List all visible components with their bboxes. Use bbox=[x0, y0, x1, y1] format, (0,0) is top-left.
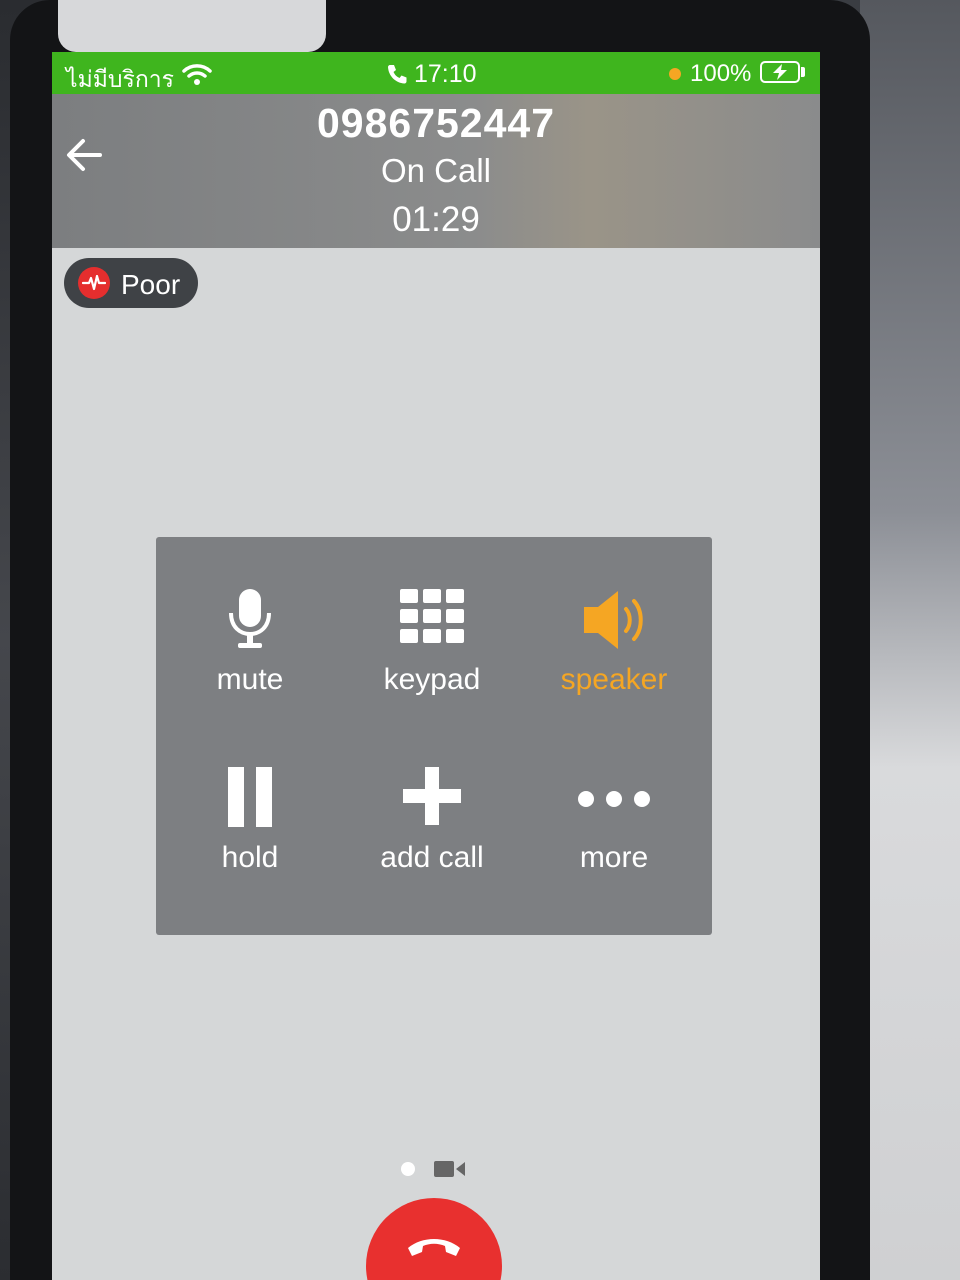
hang-up-icon bbox=[408, 1239, 460, 1256]
status-bar: ไม่มีบริการ 17:10 100% bbox=[52, 52, 820, 94]
call-quality-badge[interactable]: Poor bbox=[64, 258, 198, 308]
privacy-indicator-dot bbox=[669, 68, 681, 80]
speaker-icon bbox=[574, 587, 654, 657]
battery-icon bbox=[760, 61, 800, 83]
screen-sticker bbox=[58, 0, 326, 52]
plus-icon bbox=[392, 765, 472, 835]
battery-percent: 100% bbox=[690, 60, 752, 87]
call-quality-label: Poor bbox=[121, 269, 181, 300]
pause-icon bbox=[210, 765, 290, 835]
charging-bolt-icon bbox=[773, 64, 787, 80]
photo-background-right bbox=[860, 0, 960, 1280]
page-indicator-dot[interactable] bbox=[401, 1162, 415, 1176]
more-label: more bbox=[579, 841, 649, 874]
mute-label: mute bbox=[216, 663, 284, 696]
hold-button[interactable]: hold bbox=[160, 765, 340, 915]
carrier-label: ไม่มีบริการ bbox=[66, 66, 175, 92]
speaker-button[interactable]: speaker bbox=[524, 587, 704, 737]
call-status: On Call bbox=[380, 152, 492, 189]
keypad-button[interactable]: keypad bbox=[342, 587, 522, 737]
keypad-label: keypad bbox=[383, 663, 481, 696]
keypad-icon bbox=[392, 587, 472, 657]
call-header: 0986752447 On Call 01:29 bbox=[52, 94, 820, 248]
phone-handset-icon bbox=[388, 65, 407, 84]
call-controls-panel: mute keypad speaker hold add call more bbox=[156, 537, 712, 935]
signal-wave-icon bbox=[78, 267, 110, 299]
call-duration: 01:29 bbox=[392, 200, 480, 239]
microphone-icon bbox=[210, 587, 290, 657]
battery-tip bbox=[801, 67, 805, 77]
wifi-icon bbox=[182, 64, 212, 85]
status-time: 17:10 bbox=[386, 60, 477, 89]
mute-button[interactable]: mute bbox=[160, 587, 340, 737]
call-screen: ไม่มีบริการ 17:10 100% 0986752447 On Cal… bbox=[52, 52, 820, 1280]
add-call-button[interactable]: add call bbox=[342, 765, 522, 915]
more-button[interactable]: more bbox=[524, 765, 704, 915]
add-call-label: add call bbox=[380, 841, 484, 874]
video-camera-icon[interactable] bbox=[434, 1160, 466, 1178]
speaker-label: speaker bbox=[560, 663, 668, 696]
end-call-button[interactable] bbox=[366, 1198, 502, 1280]
hold-label: hold bbox=[221, 841, 279, 874]
more-dots-icon bbox=[574, 765, 654, 835]
status-time-text: 17:10 bbox=[414, 60, 477, 88]
caller-number: 0986752447 bbox=[316, 100, 556, 146]
